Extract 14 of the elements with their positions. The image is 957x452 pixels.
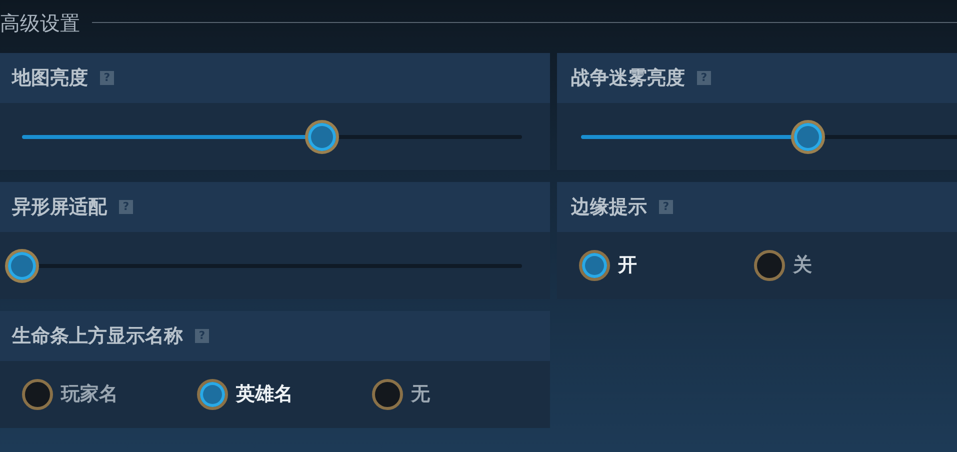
radio-option[interactable]: 开 bbox=[579, 250, 754, 281]
setting-label: 异形屏适配 bbox=[12, 194, 107, 220]
radio-option[interactable]: 玩家名 bbox=[22, 379, 197, 410]
radio-option[interactable]: 关 bbox=[754, 250, 929, 281]
setting-label: 边缘提示 bbox=[571, 194, 647, 220]
radio-option[interactable]: 英雄名 bbox=[197, 379, 372, 410]
slider-thumb[interactable] bbox=[5, 248, 39, 282]
slider-thumb[interactable] bbox=[305, 120, 339, 154]
setting-label: 战争迷雾亮度 bbox=[571, 66, 685, 91]
section-title: 高级设置 bbox=[0, 10, 80, 36]
setting-label: 地图亮度 bbox=[12, 66, 88, 91]
setting-label: 生命条上方显示名称 bbox=[12, 324, 183, 349]
radio-option[interactable]: 无 bbox=[372, 379, 547, 410]
slider-thumb[interactable] bbox=[791, 120, 826, 154]
